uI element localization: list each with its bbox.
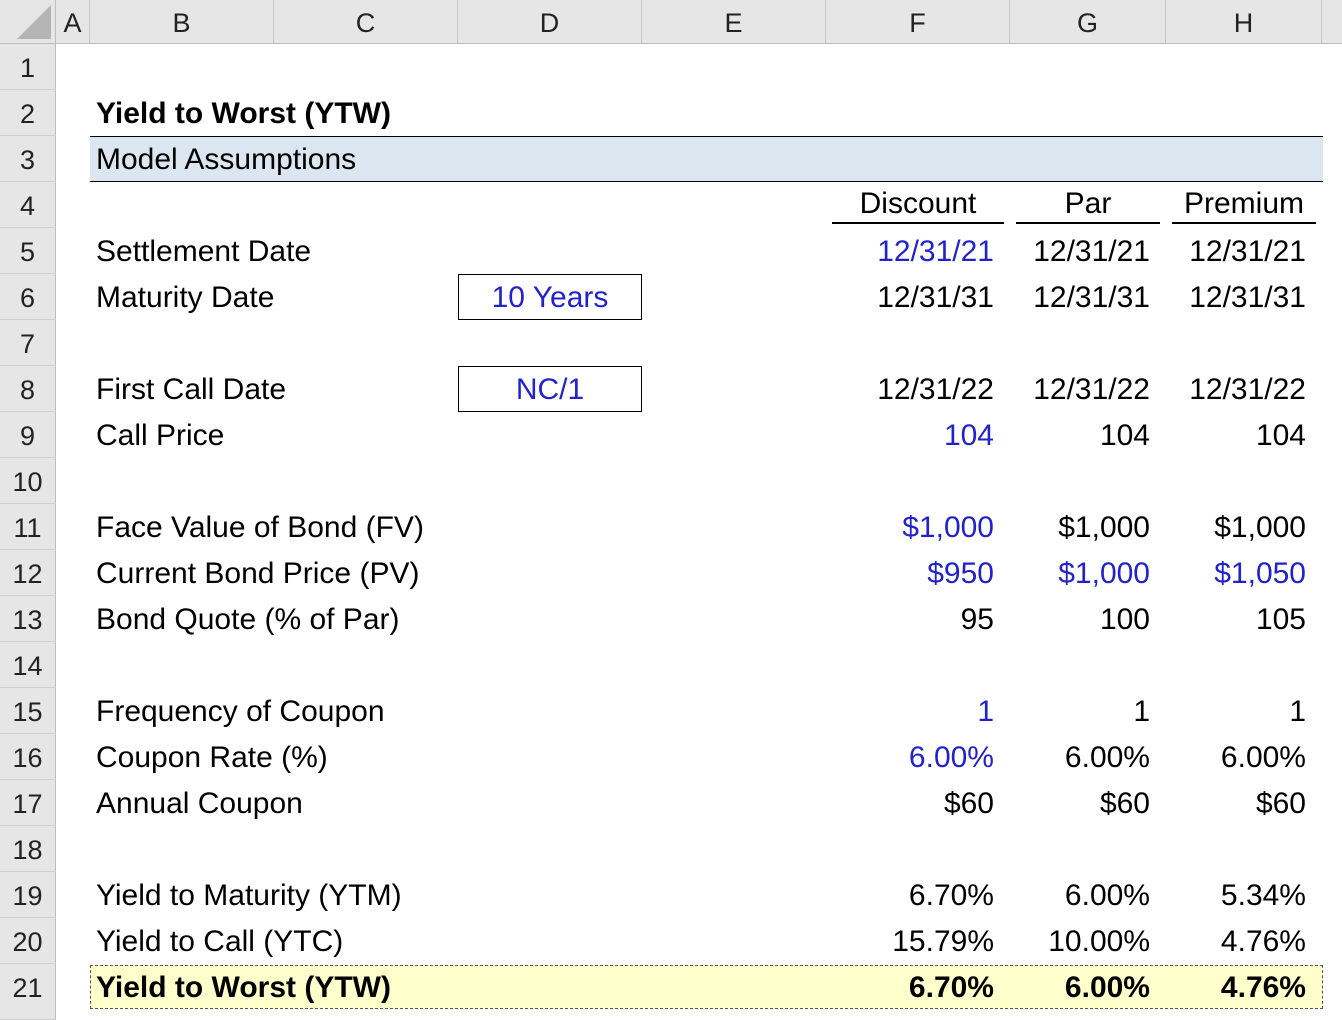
value-first-call-discount[interactable]: 12/31/22 — [826, 366, 994, 412]
row-header-4[interactable]: 4 — [0, 182, 56, 228]
value-coupon-rate-par[interactable]: 6.00% — [1010, 734, 1150, 780]
row-header-1[interactable]: 1 — [0, 44, 56, 90]
value-maturity-premium[interactable]: 12/31/31 — [1166, 274, 1306, 320]
column-header-e[interactable]: E — [642, 0, 826, 44]
value-frequency-par[interactable]: 1 — [1010, 688, 1150, 734]
row-header-10[interactable]: 10 — [0, 458, 56, 504]
label-call-price[interactable]: Call Price — [96, 412, 224, 458]
row-header-14[interactable]: 14 — [0, 642, 56, 688]
value-ytc-par[interactable]: 10.00% — [1010, 918, 1150, 964]
label-annual-coupon[interactable]: Annual Coupon — [96, 780, 303, 826]
label-first-call-date[interactable]: First Call Date — [96, 366, 286, 412]
column-header-h[interactable]: H — [1166, 0, 1322, 44]
row-header-12[interactable]: 12 — [0, 550, 56, 596]
row-header-18[interactable]: 18 — [0, 826, 56, 872]
value-first-call-premium[interactable]: 12/31/22 — [1166, 366, 1306, 412]
value-bond-price-premium[interactable]: $1,050 — [1166, 550, 1306, 596]
column-header-g[interactable]: G — [1010, 0, 1166, 44]
label-settlement-date[interactable]: Settlement Date — [96, 228, 311, 274]
value-coupon-rate-discount[interactable]: 6.00% — [826, 734, 994, 780]
value-ytm-discount[interactable]: 6.70% — [826, 872, 994, 918]
value-annual-coupon-discount[interactable]: $60 — [826, 780, 994, 826]
value-maturity-par[interactable]: 12/31/31 — [1010, 274, 1150, 320]
value-maturity-discount[interactable]: 12/31/31 — [826, 274, 994, 320]
value-frequency-premium[interactable]: 1 — [1166, 688, 1306, 734]
spreadsheet: A B C D E F G H 1 2 3 4 5 6 7 8 9 10 11 … — [0, 0, 1342, 1020]
value-ytc-premium[interactable]: 4.76% — [1166, 918, 1306, 964]
value-settlement-discount[interactable]: 12/31/21 — [826, 228, 994, 274]
label-bond-price[interactable]: Current Bond Price (PV) — [96, 550, 419, 596]
row-header-15[interactable]: 15 — [0, 688, 56, 734]
value-bond-quote-premium[interactable]: 105 — [1166, 596, 1306, 642]
value-coupon-rate-premium[interactable]: 6.00% — [1166, 734, 1306, 780]
column-header-b[interactable]: B — [90, 0, 274, 44]
label-ytm[interactable]: Yield to Maturity (YTM) — [96, 872, 402, 918]
scenario-header-premium[interactable]: Premium — [1172, 180, 1316, 226]
value-annual-coupon-par[interactable]: $60 — [1010, 780, 1150, 826]
scenario-header-par[interactable]: Par — [1016, 180, 1160, 226]
row-header-17[interactable]: 17 — [0, 780, 56, 826]
value-bond-price-discount[interactable]: $950 — [826, 550, 994, 596]
row-header-7[interactable]: 7 — [0, 320, 56, 366]
value-ytm-par[interactable]: 6.00% — [1010, 872, 1150, 918]
row-header-6[interactable]: 6 — [0, 274, 56, 320]
value-face-value-discount[interactable]: $1,000 — [826, 504, 994, 550]
row-header-21[interactable]: 21 — [0, 964, 56, 1020]
row-header-20[interactable]: 20 — [0, 918, 56, 964]
value-face-value-par[interactable]: $1,000 — [1010, 504, 1150, 550]
value-annual-coupon-premium[interactable]: $60 — [1166, 780, 1306, 826]
section-title[interactable]: Model Assumptions — [96, 136, 356, 182]
row-header-19[interactable]: 19 — [0, 872, 56, 918]
value-ytw-premium[interactable]: 4.76% — [1166, 964, 1306, 1010]
column-header-d[interactable]: D — [458, 0, 642, 44]
scenario-underline-premium — [1172, 222, 1316, 224]
call-protection-input[interactable]: NC/1 — [458, 366, 642, 412]
column-header-i[interactable] — [1322, 0, 1342, 44]
label-ytc[interactable]: Yield to Call (YTC) — [96, 918, 343, 964]
value-ytw-discount[interactable]: 6.70% — [826, 964, 994, 1010]
row-header-16[interactable]: 16 — [0, 734, 56, 780]
label-coupon-rate[interactable]: Coupon Rate (%) — [96, 734, 328, 780]
row-header-13[interactable]: 13 — [0, 596, 56, 642]
scenario-underline-par — [1016, 222, 1160, 224]
value-face-value-premium[interactable]: $1,000 — [1166, 504, 1306, 550]
value-first-call-par[interactable]: 12/31/22 — [1010, 366, 1150, 412]
value-ytc-discount[interactable]: 15.79% — [826, 918, 994, 964]
label-bond-quote[interactable]: Bond Quote (% of Par) — [96, 596, 400, 642]
row-header-9[interactable]: 9 — [0, 412, 56, 458]
column-header-f[interactable]: F — [826, 0, 1010, 44]
row-header-8[interactable]: 8 — [0, 366, 56, 412]
label-ytw[interactable]: Yield to Worst (YTW) — [96, 964, 391, 1010]
row-header-3[interactable]: 3 — [0, 136, 56, 182]
value-bond-quote-par[interactable]: 100 — [1010, 596, 1150, 642]
label-frequency[interactable]: Frequency of Coupon — [96, 688, 385, 734]
value-bond-quote-discount[interactable]: 95 — [826, 596, 994, 642]
value-ytw-par[interactable]: 6.00% — [1010, 964, 1150, 1010]
value-settlement-par[interactable]: 12/31/21 — [1010, 228, 1150, 274]
column-header-c[interactable]: C — [274, 0, 458, 44]
value-call-price-premium[interactable]: 104 — [1166, 412, 1306, 458]
scenario-header-discount[interactable]: Discount — [832, 180, 1004, 226]
value-bond-price-par[interactable]: $1,000 — [1010, 550, 1150, 596]
label-face-value[interactable]: Face Value of Bond (FV) — [96, 504, 424, 550]
maturity-term-input[interactable]: 10 Years — [458, 274, 642, 320]
value-ytm-premium[interactable]: 5.34% — [1166, 872, 1306, 918]
column-header-a[interactable]: A — [56, 0, 90, 44]
label-maturity-date[interactable]: Maturity Date — [96, 274, 274, 320]
value-settlement-premium[interactable]: 12/31/21 — [1166, 228, 1306, 274]
value-frequency-discount[interactable]: 1 — [826, 688, 994, 734]
scenario-underline-discount — [832, 222, 1004, 224]
row-header-2[interactable]: 2 — [0, 90, 56, 136]
value-call-price-par[interactable]: 104 — [1010, 412, 1150, 458]
sheet-title[interactable]: Yield to Worst (YTW) — [96, 90, 391, 136]
row-header-11[interactable]: 11 — [0, 504, 56, 550]
value-call-price-discount[interactable]: 104 — [826, 412, 994, 458]
row-header-5[interactable]: 5 — [0, 228, 56, 274]
select-all-corner[interactable] — [0, 0, 56, 44]
